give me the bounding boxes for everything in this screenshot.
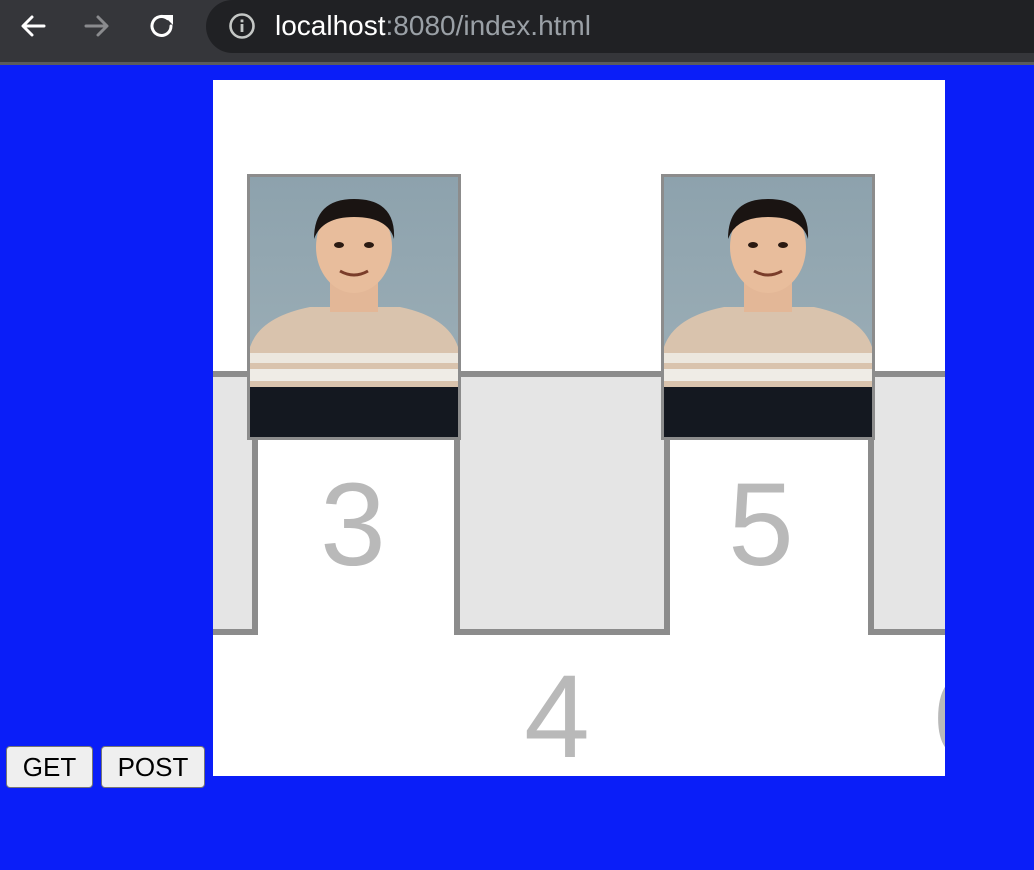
number-label: 5 bbox=[728, 459, 794, 591]
forward-arrow-icon bbox=[84, 15, 109, 37]
portrait-photo bbox=[247, 174, 461, 440]
person-image bbox=[664, 199, 872, 437]
back-arrow-icon bbox=[21, 15, 46, 37]
back-button[interactable] bbox=[16, 9, 50, 43]
get-button[interactable]: GET bbox=[6, 746, 93, 788]
post-button[interactable]: POST bbox=[101, 746, 205, 788]
reload-icon bbox=[150, 15, 173, 37]
address-bar[interactable]: localhost:8080/index.html bbox=[206, 0, 1034, 53]
url-path: :8080/index.html bbox=[385, 10, 591, 41]
portrait-photo bbox=[661, 174, 875, 440]
reload-button[interactable] bbox=[145, 9, 179, 43]
forward-button[interactable] bbox=[80, 9, 114, 43]
url-host: localhost bbox=[275, 10, 386, 41]
track-segment bbox=[871, 374, 945, 632]
number-label: 4 bbox=[524, 651, 590, 776]
number-label: 6 bbox=[905, 658, 945, 776]
toolbar-divider bbox=[0, 62, 1034, 65]
person-image bbox=[250, 199, 458, 437]
track-segment bbox=[457, 374, 667, 632]
info-icon[interactable] bbox=[228, 12, 256, 40]
display-panel: 3 4 5 6 bbox=[213, 80, 945, 776]
url-text[interactable]: localhost:8080/index.html bbox=[275, 9, 591, 43]
number-label: 3 bbox=[320, 459, 386, 591]
browser-toolbar: localhost:8080/index.html bbox=[0, 0, 1034, 62]
